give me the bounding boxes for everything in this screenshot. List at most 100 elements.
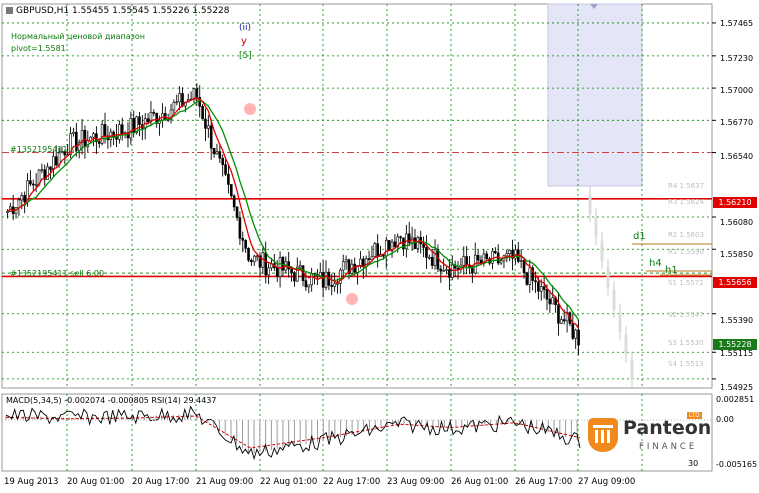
x-label-2: 20 Aug 01:00 xyxy=(67,477,125,487)
candle-body xyxy=(118,124,121,140)
candle-body xyxy=(476,254,480,261)
panteon-logo: Panteon FINANCE LTD xyxy=(586,412,711,460)
candle-body xyxy=(448,269,451,278)
candle-body xyxy=(341,261,345,271)
candle-body xyxy=(557,304,560,324)
sub-header: MACD(5,34,5) -0.002074 -0.000805 RSI(14)… xyxy=(6,396,217,405)
candle-body xyxy=(232,195,236,208)
candle-body xyxy=(367,258,371,260)
pivot-r2: R2 1.5603 xyxy=(668,231,705,239)
pivot-s4: S4 1.5513 xyxy=(668,360,704,368)
collapse-icon[interactable] xyxy=(6,7,13,14)
candle-body xyxy=(413,237,417,250)
candle-body xyxy=(244,240,247,249)
wave-count-label: (ii) xyxy=(239,23,252,33)
candle-body xyxy=(241,237,245,241)
candle-body xyxy=(333,283,336,287)
y-tick-9: 1.55115 xyxy=(720,349,754,358)
candle-body xyxy=(519,260,523,262)
forecast-body xyxy=(624,334,628,355)
sub-tick-zero: 0.00 xyxy=(716,415,734,424)
forecast-body xyxy=(600,240,604,261)
candle-body xyxy=(505,253,509,257)
candle-body xyxy=(31,183,35,186)
candle-body xyxy=(20,195,24,201)
forecast-body xyxy=(606,267,610,288)
candle-body xyxy=(212,147,216,155)
header-line: GBPUSD,H1 1.55455 1.55545 1.55226 1.5522… xyxy=(6,6,230,16)
x-label-3: 20 Aug 17:00 xyxy=(132,477,190,487)
y-tick-4: 1.56770 xyxy=(720,118,754,127)
candle-body xyxy=(534,280,537,283)
logo-sub: FINANCE xyxy=(639,442,698,452)
badge-red-lower: 1.55656 xyxy=(713,277,757,288)
logo-column-top xyxy=(593,425,613,428)
candle-body xyxy=(551,297,555,305)
candle-body xyxy=(175,101,179,104)
candle-body xyxy=(298,265,302,268)
candle-body xyxy=(373,243,377,257)
candle-body xyxy=(215,151,219,155)
pivot-s2: S2 1.5547 xyxy=(668,311,704,319)
candle-body xyxy=(229,184,233,197)
candle-body xyxy=(97,141,101,144)
candle-body xyxy=(204,118,207,129)
order-sl-label[interactable]: #1352195411 sl xyxy=(10,145,77,154)
x-label-9: 26 Aug 17:00 xyxy=(515,477,573,487)
candle-body xyxy=(72,131,75,134)
candle-body xyxy=(499,260,503,264)
forecast-body xyxy=(612,289,616,310)
candle-body xyxy=(152,112,156,114)
candle-body xyxy=(120,124,124,134)
y-tick-5: 1.56540 xyxy=(720,152,754,161)
pivot-r1: R1 1.5590 xyxy=(668,248,705,256)
pivot-s3: S3 1.5530 xyxy=(668,339,704,347)
candle-body xyxy=(574,329,577,339)
sub-tick-bottom: -0.005165 xyxy=(716,460,758,469)
candle-body xyxy=(344,259,348,263)
badge-red-upper: 1.56210 xyxy=(713,197,757,208)
candle-body xyxy=(17,199,21,208)
y-tick-8: 1.55390 xyxy=(720,316,754,325)
candle-body xyxy=(539,286,543,292)
rsi-level-label: 30 xyxy=(688,459,699,468)
candle-body xyxy=(34,184,38,186)
logo-column-2 xyxy=(601,430,604,443)
candle-body xyxy=(399,236,402,239)
indicator-name: Нормальный ценовой диапазон xyxy=(11,32,146,41)
candle-body xyxy=(46,166,49,180)
candle-body xyxy=(321,272,325,288)
candle-body xyxy=(40,169,44,172)
candle-body xyxy=(384,240,388,257)
y-tick-10: 1.54925 xyxy=(720,383,754,392)
candle-body xyxy=(224,164,227,175)
candle-body xyxy=(218,151,222,159)
candle-body xyxy=(376,243,379,257)
candle-body xyxy=(195,88,199,98)
candle-body xyxy=(278,256,282,277)
candle-body xyxy=(207,125,210,129)
candle-body xyxy=(172,102,176,111)
wave-sub-label: [5] xyxy=(239,51,252,61)
y-tick-3: 1.57000 xyxy=(720,86,754,95)
candle-body xyxy=(83,130,87,148)
candle-body xyxy=(49,166,52,170)
x-label-10: 27 Aug 09:00 xyxy=(578,477,636,487)
forecast-body xyxy=(588,194,592,215)
candle-body xyxy=(146,118,150,123)
candle-body xyxy=(290,268,293,273)
candle-body xyxy=(138,116,141,125)
candle-body xyxy=(387,240,391,252)
candle-body xyxy=(235,206,239,218)
symbol-label: GBPUSD,H1 xyxy=(16,6,70,16)
logo-shield xyxy=(588,418,618,452)
candle-body xyxy=(442,270,445,272)
order-sell-label[interactable]: #1352195411 sell 6.00 xyxy=(10,269,104,278)
candle-body xyxy=(23,195,26,203)
candle-body xyxy=(522,260,526,274)
candle-body xyxy=(353,263,357,273)
candle-body xyxy=(29,180,32,185)
candle-body xyxy=(508,250,511,254)
logo-brand: Panteon xyxy=(623,417,712,439)
candle-body xyxy=(275,267,279,277)
